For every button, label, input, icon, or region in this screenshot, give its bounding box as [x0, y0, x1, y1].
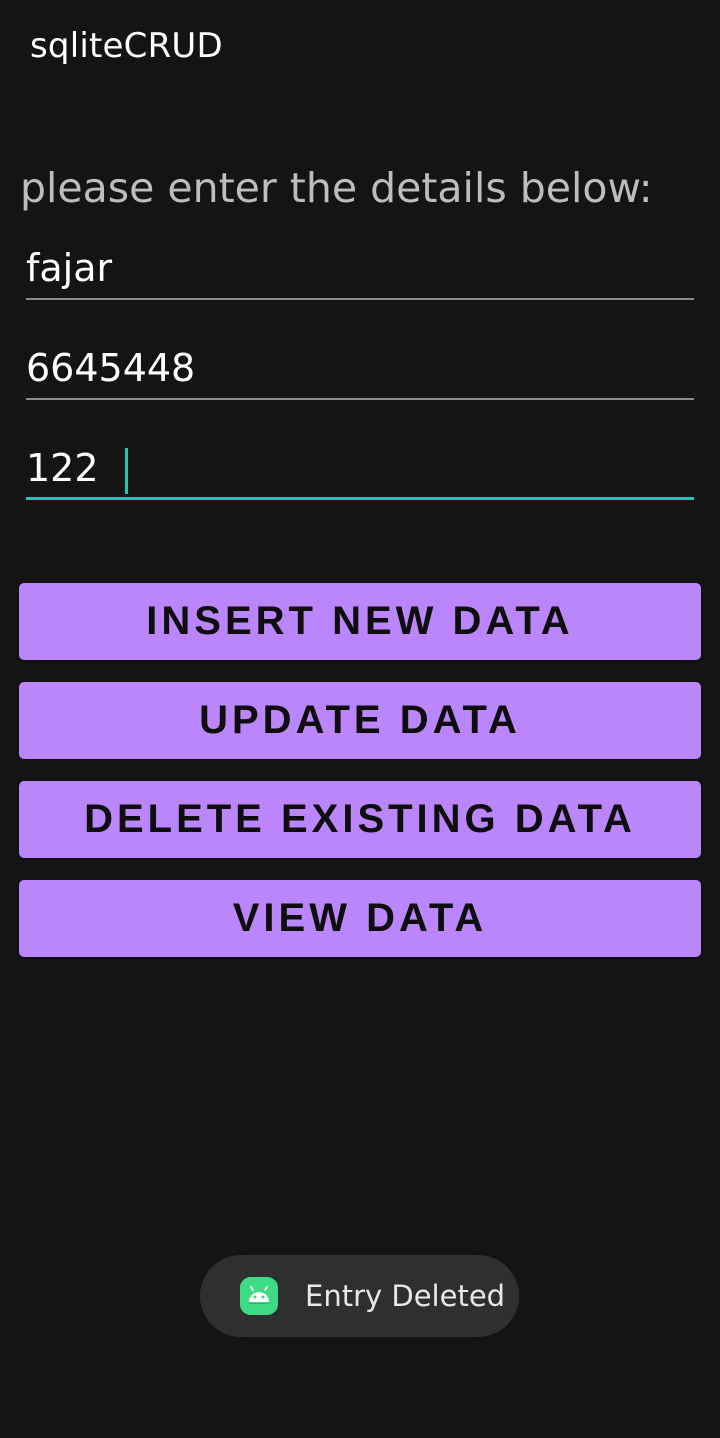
android-icon [240, 1277, 278, 1315]
name-field-underline [26, 298, 694, 300]
form-prompt: please enter the details below: [20, 164, 653, 212]
app-title: sqliteCRUD [30, 26, 223, 66]
third-field-underline [26, 497, 694, 500]
name-input[interactable] [26, 240, 694, 296]
phone-field-underline [26, 398, 694, 400]
update-data-button[interactable]: UPDATE DATA [19, 682, 701, 759]
third-field[interactable] [26, 440, 694, 500]
name-field[interactable] [26, 240, 694, 300]
view-data-button[interactable]: VIEW DATA [19, 880, 701, 957]
toast: Entry Deleted [200, 1255, 519, 1337]
text-caret [125, 448, 128, 494]
delete-existing-data-button[interactable]: DELETE EXISTING DATA [19, 781, 701, 858]
insert-new-data-button[interactable]: INSERT NEW DATA [19, 583, 701, 660]
phone-input[interactable] [26, 340, 694, 396]
phone-field[interactable] [26, 340, 694, 400]
toast-message: Entry Deleted [305, 1279, 506, 1313]
